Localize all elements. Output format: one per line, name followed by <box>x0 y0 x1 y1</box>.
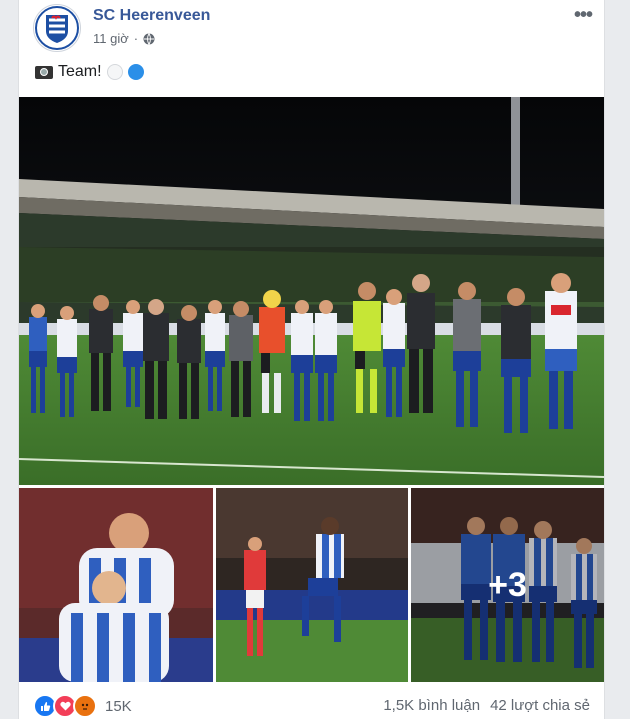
photo-thumb-2[interactable] <box>216 488 408 682</box>
post-meta: 11 giờ · <box>93 31 155 46</box>
main-photo[interactable] <box>19 97 604 485</box>
page-avatar[interactable] <box>33 4 81 52</box>
reactions-summary[interactable]: 15K <box>33 694 132 718</box>
angry-icon <box>73 694 97 718</box>
sep: · <box>133 31 139 46</box>
post-caption: Team! <box>35 63 144 81</box>
comments-count-link[interactable]: 1,5K bình luận <box>383 697 480 714</box>
club-logo-icon <box>35 6 79 50</box>
reaction-count: 15K <box>105 697 132 715</box>
white-circle-icon <box>106 64 123 80</box>
camera-icon <box>35 65 53 79</box>
player-hug-image <box>19 488 213 682</box>
post-footer: 15K 1,5K bình luận 42 lượt chia sẻ <box>19 686 604 719</box>
globe-icon <box>143 32 155 45</box>
more-photos-count: +3 <box>488 565 527 604</box>
photo-thumb-1[interactable] <box>19 488 213 682</box>
caption-text: Team! <box>58 63 102 80</box>
team-celebration-image <box>19 97 604 485</box>
shares-count-link[interactable]: 42 lượt chia sẻ <box>490 697 590 714</box>
match-action-image <box>216 488 408 682</box>
more-photos-overlay[interactable]: +3 <box>411 488 604 682</box>
post-card: SC Heerenveen 11 giờ · ••• Team! +3 15K … <box>18 0 605 719</box>
post-time[interactable]: 11 giờ <box>93 31 129 46</box>
post-header: SC Heerenveen 11 giờ · ••• <box>19 0 604 56</box>
more-options-icon[interactable]: ••• <box>574 4 593 27</box>
engagement-counts: 1,5K bình luận 42 lượt chia sẻ <box>383 697 590 714</box>
photo-thumb-3[interactable]: +3 <box>411 488 604 682</box>
page-name-link[interactable]: SC Heerenveen <box>93 7 210 25</box>
blue-circle-icon <box>127 64 144 80</box>
